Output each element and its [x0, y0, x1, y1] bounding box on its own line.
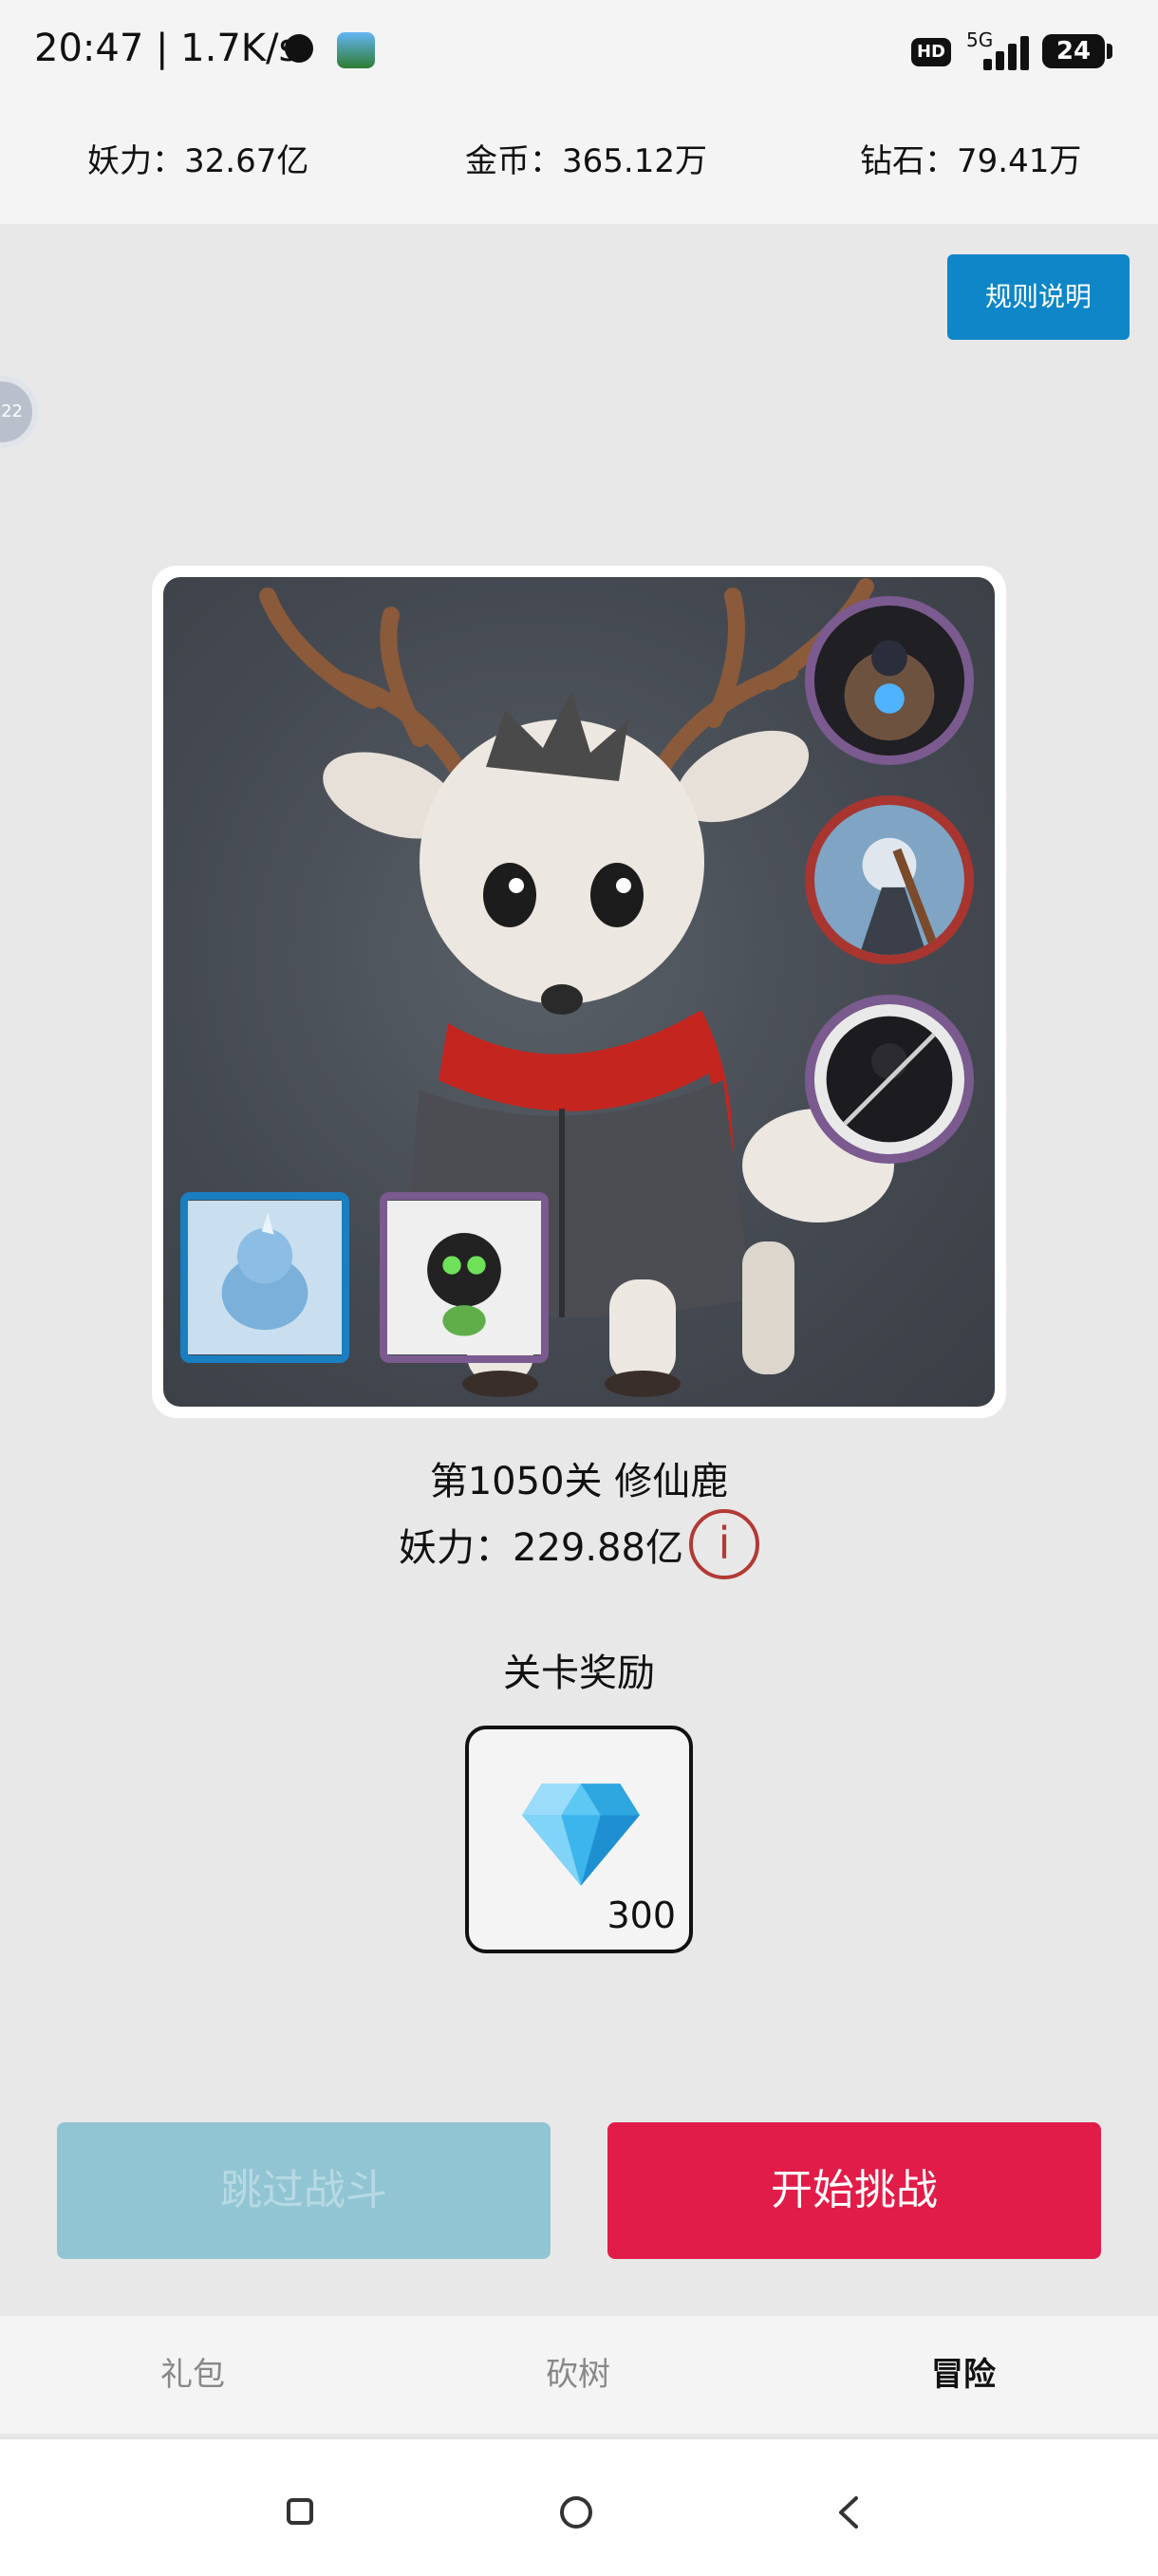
nav-chop-tree[interactable]: 砍树	[385, 2316, 771, 2434]
gold-stat: 金币：365.12万	[465, 142, 707, 180]
hd-badge: HD	[911, 38, 951, 66]
ally-avatar-2[interactable]	[805, 795, 974, 964]
power-stat: 妖力：32.67亿	[87, 142, 309, 180]
signal-icon	[983, 32, 1033, 70]
pet-tile-rhino[interactable]	[180, 1192, 349, 1363]
start-challenge-button[interactable]: 开始挑战	[607, 2122, 1101, 2259]
nav-gift[interactable]: 礼包	[0, 2316, 385, 2434]
floating-avatar[interactable]: 22	[0, 376, 38, 448]
recents-icon[interactable]	[287, 2498, 313, 2525]
home-icon[interactable]	[560, 2496, 592, 2529]
reward-title: 关卡奖励	[503, 1652, 655, 1695]
status-bar: 20:47 | 1.7K/s HD 5G 24	[0, 0, 1158, 104]
diamond-icon	[522, 1783, 640, 1886]
skip-battle-button[interactable]: 跳过战斗	[57, 2122, 551, 2259]
resource-bar: 妖力：32.67亿 金币：365.12万 钻石：79.41万	[0, 104, 1158, 224]
ally-avatar-1[interactable]	[805, 596, 974, 765]
info-icon[interactable]: i	[689, 1509, 759, 1579]
enemy-card	[152, 566, 1006, 1418]
reward-count: 300	[607, 1895, 676, 1936]
app-notification-icon	[337, 32, 375, 68]
status-time: 20:47 | 1.7K/s	[34, 27, 299, 70]
battery-tip	[1107, 44, 1112, 59]
enemy-portrait	[163, 577, 995, 1407]
ally-avatar-3[interactable]	[805, 995, 974, 1164]
pet-tile-plant[interactable]	[380, 1192, 549, 1363]
stage-title: 第1050关 修仙鹿	[429, 1460, 729, 1503]
alarm-icon	[285, 34, 313, 63]
rules-button[interactable]: 规则说明	[947, 254, 1130, 340]
system-nav-bar	[0, 2437, 1158, 2576]
stage-power: 妖力：229.88亿	[399, 1526, 683, 1570]
reward-item[interactable]: 300	[465, 1726, 693, 1953]
back-icon[interactable]	[837, 2496, 860, 2529]
nav-adventure[interactable]: 冒险	[771, 2316, 1156, 2434]
bottom-nav: 礼包 砍树 冒险	[0, 2316, 1158, 2434]
diamond-stat: 钻石：79.41万	[860, 142, 1082, 180]
battery-icon: 24	[1042, 34, 1105, 68]
